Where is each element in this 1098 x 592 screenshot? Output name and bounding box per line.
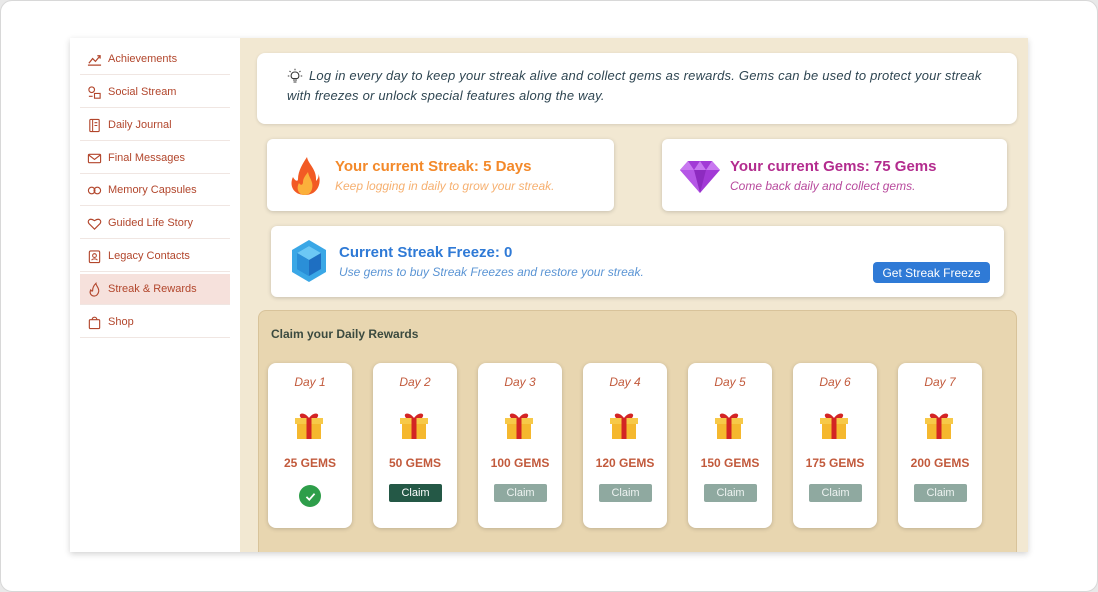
sidebar-item-social-stream[interactable]: Social Stream [80,77,230,108]
day-reward-card: Day 2 50 GEMS Claim [373,363,457,528]
sidebar-item-label: Social Stream [108,86,177,98]
sidebar-item-achievements[interactable]: Achievements [80,44,230,75]
gift-icon [609,410,639,440]
gift-icon [399,410,429,440]
lightbulb-icon [287,68,303,83]
gem-reward-amount: 120 GEMS [595,456,655,470]
sidebar-item-label: Final Messages [108,152,186,164]
social-icon [86,84,102,100]
sidebar-item-label: Streak & Rewards [108,283,197,295]
main-content: Log in every day to keep your streak ali… [240,38,1028,552]
gem-reward-amount: 100 GEMS [490,456,550,470]
gem-reward-amount: 200 GEMS [910,456,970,470]
day-reward-card: Day 4 120 GEMS Claim [583,363,667,528]
gems-subtitle: Come back daily and collect gems. [730,179,916,193]
sidebar-item-memory-capsules[interactable]: Memory Capsules [80,175,230,206]
sidebar-item-label: Achievements [108,53,178,65]
claim-button[interactable]: Claim [704,484,757,502]
gem-reward-amount: 175 GEMS [805,456,865,470]
day-reward-card: Day 1 25 GEMS [268,363,352,528]
contact-icon [86,248,102,264]
day-label: Day 3 [504,375,536,389]
sidebar-item-final-messages[interactable]: Final Messages [80,143,230,174]
gift-icon [924,410,954,440]
get-streak-freeze-button[interactable]: Get Streak Freeze [873,262,990,283]
sidebar-item-label: Daily Journal [108,119,172,131]
gems-card: Your current Gems: 75 Gems Come back dai… [662,139,1007,211]
streak-card: Your current Streak: 5 Days Keep logging… [267,139,614,211]
gift-icon [714,410,744,440]
chart-up-icon [86,51,102,67]
daily-rewards-panel: Claim your Daily Rewards Day 1 25 GEMS Day… [258,310,1017,552]
sidebar-item-legacy-contacts[interactable]: Legacy Contacts [80,241,230,272]
sidebar: Achievements Social Stream Daily Journal… [70,38,240,552]
claim-button[interactable]: Claim [599,484,652,502]
sidebar-item-daily-journal[interactable]: Daily Journal [80,110,230,141]
gift-icon [294,410,324,440]
heart-icon [86,215,102,231]
gem-reward-amount: 50 GEMS [388,456,442,470]
sidebar-item-guided-life-story[interactable]: Guided Life Story [80,208,230,239]
freeze-title: Current Streak Freeze: 0 [339,244,513,261]
info-banner: Log in every day to keep your streak ali… [257,53,1017,124]
info-text: Log in every day to keep your streak ali… [287,68,982,103]
fire-icon [291,157,320,195]
sidebar-item-label: Shop [108,316,134,328]
streak-subtitle: Keep logging in daily to grow your strea… [335,179,555,193]
app-window: Achievements Social Stream Daily Journal… [70,38,1028,552]
day-reward-card: Day 7 200 GEMS Claim [898,363,982,528]
flame-icon [86,281,102,297]
capsule-icon [86,182,102,198]
sidebar-item-shop[interactable]: Shop [80,307,230,338]
claim-button[interactable]: Claim [494,484,547,502]
day-label: Day 7 [924,375,956,389]
freeze-subtitle: Use gems to buy Streak Freezes and resto… [339,265,644,279]
streak-freeze-card: Current Streak Freeze: 0 Use gems to buy… [271,226,1004,297]
sidebar-item-label: Memory Capsules [108,184,197,196]
sidebar-item-label: Guided Life Story [108,217,193,229]
claim-button[interactable]: Claim [809,484,862,502]
day-label: Day 4 [609,375,641,389]
claim-button[interactable]: Claim [914,484,967,502]
day-label: Day 6 [819,375,851,389]
gem-reward-amount: 25 GEMS [283,456,337,470]
gems-title: Your current Gems: 75 Gems [730,158,937,175]
gem-reward-amount: 150 GEMS [700,456,760,470]
sidebar-item-streak-rewards[interactable]: Streak & Rewards [80,274,230,305]
gift-icon [504,410,534,440]
gift-icon [819,410,849,440]
shopping-bag-icon [86,314,102,330]
day-reward-card: Day 6 175 GEMS Claim [793,363,877,528]
day-reward-card: Day 5 150 GEMS Claim [688,363,772,528]
sidebar-item-label: Legacy Contacts [108,250,190,262]
day-reward-card: Day 3 100 GEMS Claim [478,363,562,528]
claim-button[interactable]: Claim [389,484,442,502]
day-label: Day 2 [399,375,431,389]
day-label: Day 5 [714,375,746,389]
streak-title: Your current Streak: 5 Days [335,158,532,175]
ice-crystal-icon [292,240,326,282]
gem-icon [680,161,720,193]
journal-icon [86,117,102,133]
mail-icon [86,150,102,166]
day-label: Day 1 [294,375,326,389]
rewards-title: Claim your Daily Rewards [271,327,419,341]
claimed-check-icon [299,485,321,507]
